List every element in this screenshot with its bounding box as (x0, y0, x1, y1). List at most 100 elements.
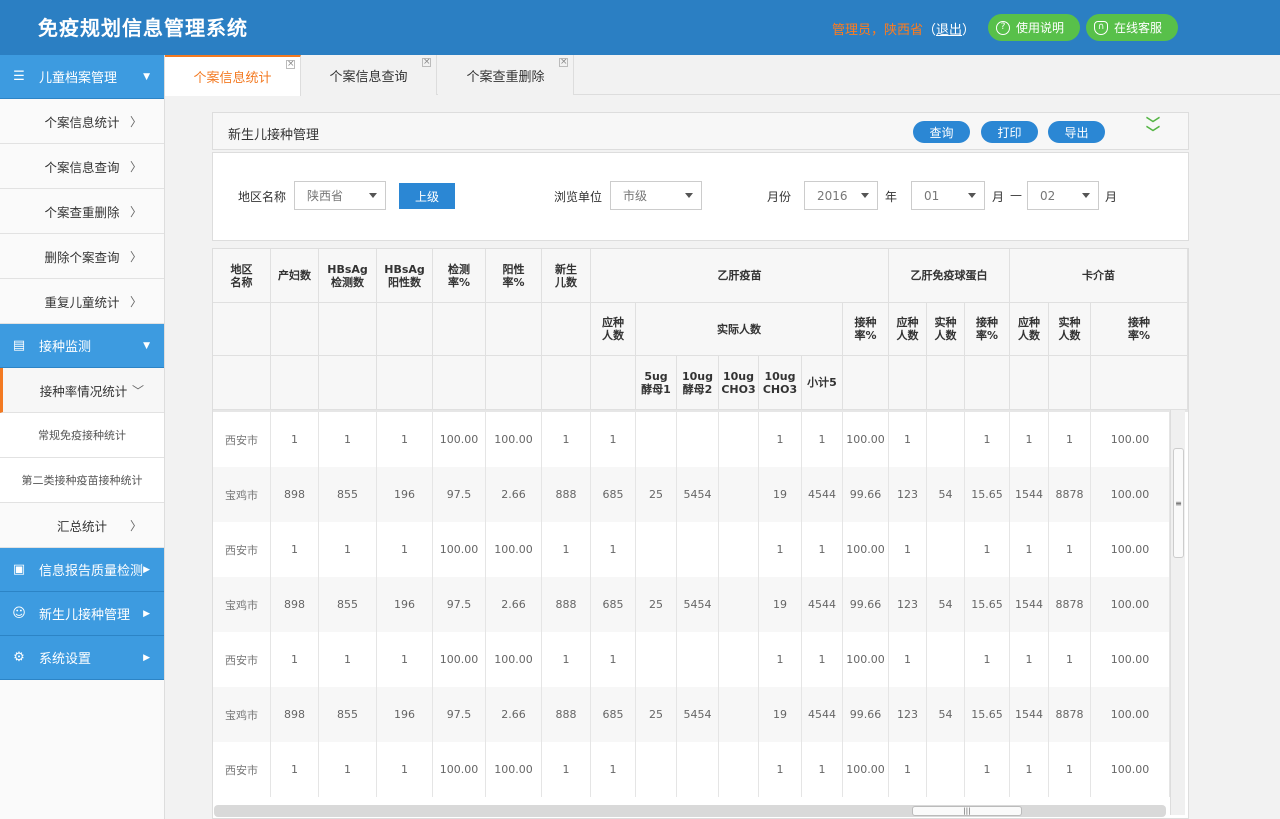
sidebar-group-quality[interactable]: ▣ 信息报告质量检测 ▶ (0, 548, 164, 592)
tab-label: 个案信息查询 (329, 69, 408, 85)
month-from-select[interactable]: 01 (911, 181, 985, 210)
table-cell: 1 (889, 632, 927, 687)
header-label: 应种 人数 (1018, 316, 1040, 342)
print-button[interactable]: 打印 (981, 121, 1038, 143)
query-button[interactable]: 查询 (913, 121, 970, 143)
tab-dedup-delete[interactable]: 个案查重删除 × (438, 55, 574, 95)
column-header-hbsag_pos: HBsAg 阳性数 (377, 249, 433, 303)
table-cell: 1 (319, 742, 377, 797)
sidebar-item-summary[interactable]: 汇总统计 〉 (0, 503, 164, 548)
table-cell: 1 (271, 412, 319, 467)
region-select[interactable]: 陕西省 (294, 181, 386, 210)
month-from-value: 01 (924, 188, 940, 203)
vertical-scroll-thumb[interactable]: ≡ (1173, 448, 1184, 558)
sidebar-item-label: 重复儿童统计 (44, 294, 120, 310)
export-button[interactable]: 导出 (1048, 121, 1105, 143)
up-level-button[interactable]: 上级 (399, 183, 455, 209)
close-icon[interactable]: × (559, 58, 568, 67)
horizontal-scrollbar[interactable]: ||| (214, 805, 1166, 817)
table-cell (636, 522, 677, 577)
logout-link[interactable]: 退出 (936, 23, 962, 38)
sidebar-item-duplicate-stats[interactable]: 重复儿童统计〉 (0, 279, 164, 324)
close-icon[interactable]: × (422, 58, 431, 67)
table-cell: 19 (759, 577, 802, 632)
header-label: 阳性 率% (502, 262, 525, 289)
sidebar-item-label: 个案查重删除 (44, 204, 120, 220)
sidebar-group-archive[interactable]: ☰ 儿童档案管理 ▼ (0, 55, 164, 99)
table-cell: 99.66 (843, 687, 889, 742)
table-cell: 4544 (802, 577, 843, 632)
table-cell (719, 467, 759, 522)
header-label: 10ug CHO3 (762, 369, 798, 396)
table-cell: 2.66 (486, 577, 542, 632)
tab-case-query[interactable]: 个案信息查询 × (301, 55, 437, 95)
table-cell: 19 (759, 687, 802, 742)
tab-case-stats[interactable]: 个案信息统计 × (165, 55, 301, 96)
year-select[interactable]: 2016 (804, 181, 878, 210)
month-to-select[interactable]: 02 (1027, 181, 1099, 210)
online-service-button[interactable]: ∩ 在线客服 (1086, 14, 1178, 41)
table-cell: 1544 (1010, 467, 1049, 522)
header-label: 乙肝疫苗 (717, 269, 762, 282)
sidebar-item-dedup-delete[interactable]: 个案查重删除〉 (0, 189, 164, 234)
sidebar-subitem-routine[interactable]: 常规免疫接种统计 (0, 413, 164, 458)
table-cell: 898 (271, 467, 319, 522)
paren-close: ） (962, 23, 976, 38)
monitor-chart-icon: ▤ (12, 338, 26, 353)
double-chevron-down-icon[interactable]: ﹀ ﹀ (1146, 118, 1160, 141)
column-header-10ug-yeast: 10ug 酵母2 (677, 356, 719, 410)
table-cell: 宝鸡市 (213, 467, 271, 522)
table-cell: 100.00 (1091, 522, 1170, 577)
table-cell: 1 (377, 632, 433, 687)
table-cell (677, 412, 719, 467)
column-header-hepb-should: 应种 人数 (591, 303, 636, 356)
sidebar-group-settings[interactable]: ⚙ 系统设置 ▶ (0, 636, 164, 680)
question-icon: ? (996, 20, 1010, 35)
clipboard-icon: ▣ (12, 562, 26, 577)
vertical-scrollbar[interactable]: ≡ (1170, 410, 1185, 815)
header-spacer (486, 356, 542, 410)
header-label: 实际人数 (717, 322, 761, 336)
sidebar-subitem-second-class[interactable]: 第二类接种疫苗接种统计 (0, 458, 164, 503)
table-cell: 1 (377, 412, 433, 467)
table-cell: 685 (591, 467, 636, 522)
header-label: 卡介苗 (1082, 269, 1115, 282)
table-cell: 2.66 (486, 687, 542, 742)
unit-select[interactable]: 市级 (610, 181, 702, 210)
table-cell: 54 (927, 687, 965, 742)
horizontal-scroll-thumb[interactable]: ||| (912, 806, 1022, 816)
chevron-right-icon: 〉 (129, 114, 142, 129)
table-cell: 898 (271, 577, 319, 632)
table-cell: 1 (965, 522, 1010, 577)
statistics-table: 地区 名称 产妇数 HBsAg 检测数 HBsAg 阳性数 检测 率% 阳性 率% 新生 儿… (212, 248, 1189, 819)
table-cell (927, 522, 965, 577)
sidebar-item-deleted-query[interactable]: 删除个案查询〉 (0, 234, 164, 279)
table-cell: 1 (271, 632, 319, 687)
sidebar-subitem-label: 第二类接种疫苗接种统计 (21, 474, 143, 487)
sidebar-item-case-query[interactable]: 个案信息查询〉 (0, 144, 164, 189)
sidebar-group-newborn[interactable]: ☺ 新生儿接种管理 ▶ (0, 592, 164, 636)
table-cell: 100.00 (433, 522, 486, 577)
unit-label: 浏览单位 (554, 190, 603, 204)
table-cell: 15.65 (965, 577, 1010, 632)
dropdown-arrow-icon (369, 193, 377, 198)
baby-face-icon: ☺ (12, 606, 26, 621)
table-cell: 99.66 (843, 467, 889, 522)
sidebar-group-monitor[interactable]: ▤ 接种监测 ▼ (0, 324, 164, 368)
sidebar-item-case-stats[interactable]: 个案信息统计〉 (0, 99, 164, 144)
table-cell: 123 (889, 467, 927, 522)
table-cell: 1 (1010, 522, 1049, 577)
sidebar-item-rate-stats[interactable]: 接种率情况统计 ﹀ (0, 368, 164, 413)
close-icon[interactable]: × (286, 60, 295, 69)
help-button[interactable]: ? 使用说明 (988, 14, 1080, 41)
table-cell: 1 (591, 742, 636, 797)
column-header-5ug: 5ug 酵母1 (636, 356, 677, 410)
header-label: HBsAg 检测数 (327, 262, 368, 289)
table-cell: 1 (802, 412, 843, 467)
table-cell: 97.5 (433, 577, 486, 632)
table-cell: 1 (319, 632, 377, 687)
table-cell: 100.00 (433, 632, 486, 687)
header-spacer (965, 356, 1010, 410)
tab-label: 个案信息统计 (193, 71, 272, 86)
header-label: 小计5 (807, 376, 837, 389)
